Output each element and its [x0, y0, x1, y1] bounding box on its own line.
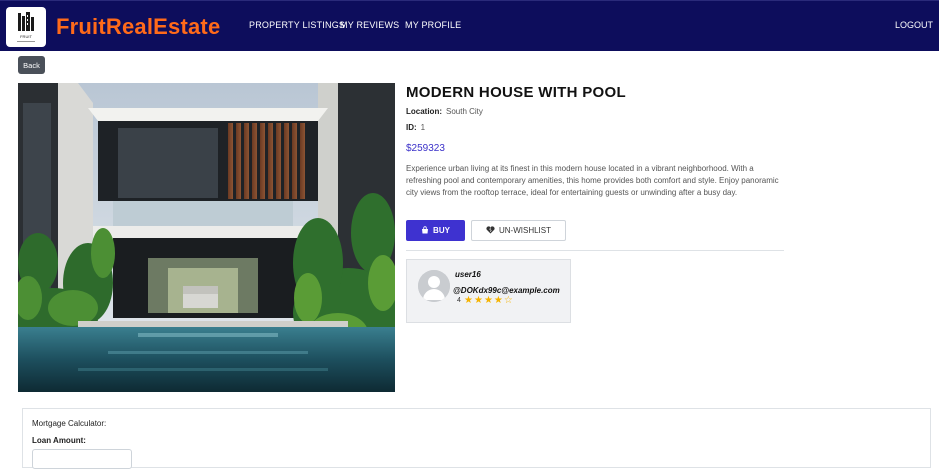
review-card: user16 @DOKdx99c@example.com 4 ★★★★☆ [406, 259, 571, 323]
location-row: Location: South City [406, 107, 483, 116]
loan-amount-input[interactable] [32, 449, 132, 469]
review-email: @DOKdx99c@example.com [453, 286, 560, 295]
rating-stars: ★★★★☆ [464, 295, 514, 306]
star-empty-icon: ☆ [503, 295, 514, 306]
avatar [418, 270, 450, 302]
brand-logo[interactable]: FRUIT [6, 7, 46, 47]
review-rating: 4 [457, 297, 461, 304]
logo-text: FRUIT [20, 34, 32, 39]
star-filled-icon: ★ [493, 295, 504, 306]
location-label: Location: [406, 107, 442, 116]
property-image [18, 83, 395, 392]
nav-my-profile[interactable]: MY PROFILE [405, 20, 461, 30]
navbar: FRUIT FruitRealEstate PROPERTY LISTINGS … [0, 0, 939, 51]
review-username: user16 [455, 270, 481, 279]
location-value: South City [446, 107, 483, 116]
brand-name[interactable]: FruitRealEstate [56, 14, 220, 40]
divider [406, 250, 784, 251]
broken-heart-icon [486, 225, 495, 236]
unwishlist-button[interactable]: UN-WISHLIST [471, 220, 566, 241]
mortgage-title: Mortgage Calculator: [32, 419, 107, 428]
property-title: MODERN HOUSE WITH POOL [406, 84, 626, 101]
shopping-bag-icon [421, 225, 429, 236]
logout-link[interactable]: LOGOUT [895, 20, 933, 30]
nav-my-reviews[interactable]: MY REVIEWS [340, 20, 399, 30]
property-description: Experience urban living at its finest in… [406, 164, 779, 197]
property-price: $259323 [406, 143, 445, 154]
back-button[interactable]: Back [18, 56, 45, 74]
star-filled-icon: ★ [483, 295, 494, 306]
id-row: ID: 1 [406, 123, 425, 132]
loan-amount-label: Loan Amount: [32, 436, 86, 445]
mortgage-calculator: Mortgage Calculator: Loan Amount: [22, 408, 931, 469]
id-value: 1 [420, 123, 426, 132]
id-label: ID: [406, 123, 417, 132]
buy-button[interactable]: BUY [406, 220, 465, 241]
buy-label: BUY [433, 226, 450, 235]
unwishlist-label: UN-WISHLIST [499, 226, 551, 235]
nav-property-listings[interactable]: PROPERTY LISTINGS [249, 20, 345, 30]
star-filled-icon: ★ [464, 295, 474, 306]
star-filled-icon: ★ [473, 295, 484, 306]
